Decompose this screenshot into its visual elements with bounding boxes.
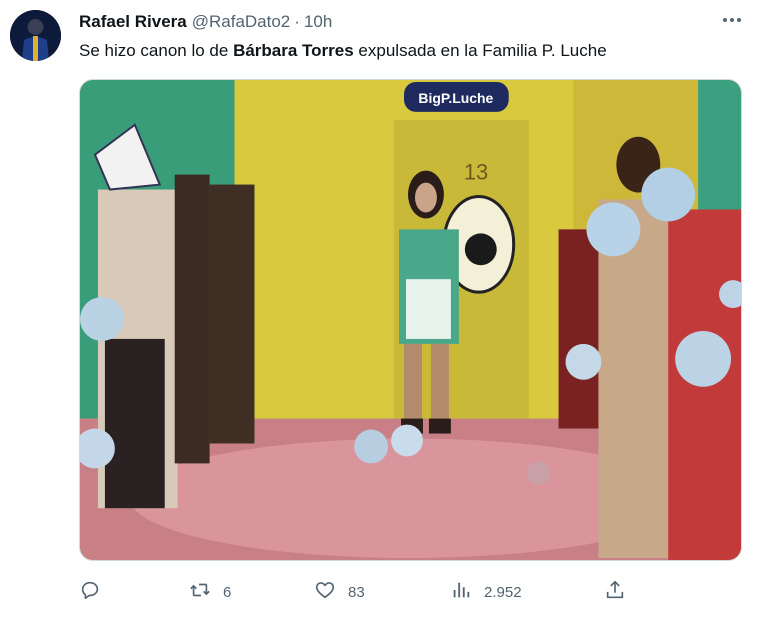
views-bars-icon <box>450 579 472 605</box>
separator-dot: · <box>294 12 300 31</box>
author-name[interactable]: Rafael Rivera <box>79 12 187 32</box>
retweet-count: 6 <box>223 583 232 601</box>
tweet-media-image[interactable]: BigP.Luche 13 <box>79 79 742 561</box>
tweet-text-end: expulsada en la Familia P. Luche <box>353 41 607 60</box>
author-handle[interactable]: @RafaDato2 <box>192 12 291 32</box>
heart-icon <box>314 579 336 605</box>
share-button[interactable] <box>604 579 626 605</box>
reply-button[interactable] <box>79 579 113 605</box>
sign-text: BigP.Luche <box>418 90 493 106</box>
reply-bubble-icon <box>79 579 101 605</box>
tweet-text-start: Se hizo canon lo de <box>79 41 234 60</box>
tweet-header: Rafael Rivera @RafaDato2 · 10h <box>79 10 743 34</box>
door-number: 13 <box>464 160 488 185</box>
timestamp[interactable]: 10h <box>304 12 332 32</box>
tweet-text: Se hizo canon lo de Bárbara Torres expul… <box>79 39 743 63</box>
tweet[interactable]: Rafael Rivera @RafaDato2 · 10h Se hizo c… <box>0 0 757 620</box>
like-count: 83 <box>348 583 365 601</box>
tweet-actions: 6 83 2.952 <box>79 578 639 606</box>
tweet-text-bold: Bárbara Torres <box>233 41 354 60</box>
retweet-button[interactable]: 6 <box>189 579 231 605</box>
retweet-icon <box>189 579 211 605</box>
avatar[interactable] <box>10 10 61 61</box>
views-count: 2.952 <box>484 583 522 601</box>
like-button[interactable]: 83 <box>314 579 365 605</box>
more-dots-icon[interactable] <box>721 9 743 31</box>
share-upload-icon <box>604 579 626 605</box>
views-button[interactable]: 2.952 <box>450 579 522 605</box>
